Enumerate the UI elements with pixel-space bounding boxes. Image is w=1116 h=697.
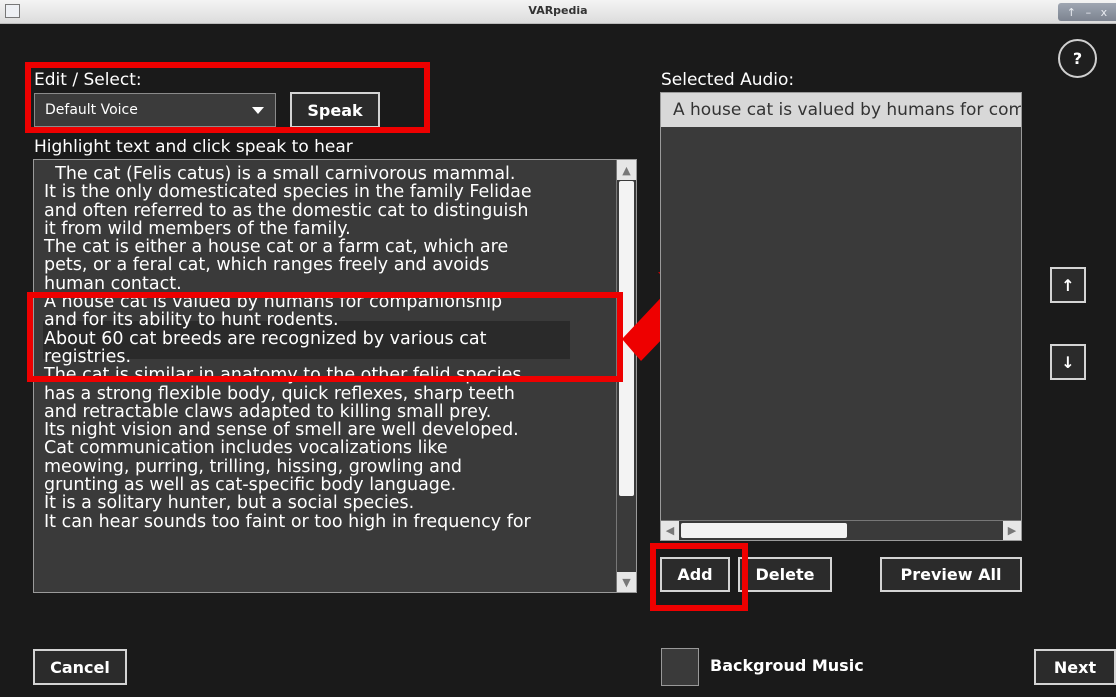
audio-list-item[interactable]: A house cat is valued by humans for comp… [661, 93, 1021, 127]
background-music-checkbox[interactable] [661, 648, 699, 686]
audio-horizontal-scrollbar[interactable]: ◀ ▶ [661, 520, 1021, 540]
highlight-box-selection [27, 292, 623, 382]
delete-button[interactable]: Delete [738, 557, 832, 592]
highlight-box-edit [25, 62, 430, 133]
cancel-button[interactable]: Cancel [33, 649, 127, 685]
selected-audio-label: Selected Audio: [661, 70, 795, 90]
close-icon[interactable]: x [1101, 6, 1108, 19]
highlight-box-add [650, 543, 748, 611]
scroll-thumb[interactable] [681, 523, 847, 538]
selected-audio-list[interactable]: A house cat is valued by humans for comp… [660, 92, 1022, 541]
move-down-button[interactable]: ↓ [1050, 344, 1086, 380]
next-button[interactable]: Next [1034, 649, 1116, 685]
background-music-label: Backgroud Music [710, 656, 864, 675]
highlight-hint: Highlight text and click speak to hear [34, 137, 353, 157]
help-button[interactable]: ? [1058, 39, 1097, 78]
window-controls[interactable]: ↑ – x [1058, 3, 1116, 21]
scroll-left-icon[interactable]: ◀ [661, 521, 679, 540]
scroll-up-icon[interactable]: ▲ [617, 160, 636, 180]
scroll-down-icon[interactable]: ▼ [617, 572, 636, 592]
window-title: VARpedia [528, 4, 588, 17]
scroll-right-icon[interactable]: ▶ [1003, 521, 1021, 540]
title-bar: VARpedia ↑ – x [0, 0, 1116, 24]
preview-all-button[interactable]: Preview All [880, 557, 1022, 592]
maximize-icon[interactable]: ↑ [1067, 6, 1076, 19]
minimize-icon[interactable]: – [1086, 6, 1092, 19]
move-up-button[interactable]: ↑ [1050, 267, 1086, 303]
